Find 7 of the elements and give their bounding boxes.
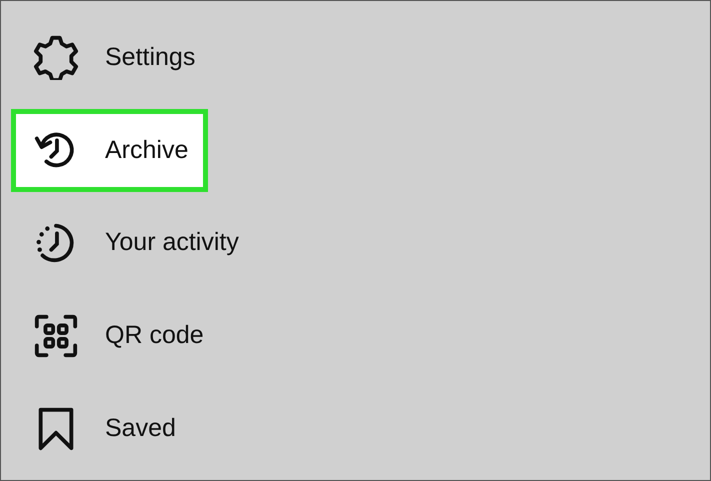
gear-icon: [33, 34, 79, 80]
menu-item[interactable]: Saved: [11, 387, 196, 470]
menu-item[interactable]: Your activity: [11, 202, 259, 284]
menu-item[interactable]: Archive: [11, 108, 208, 192]
menu-item[interactable]: Settings: [11, 16, 216, 99]
qr-code-icon: [33, 312, 79, 359]
menu-item[interactable]: QR code: [11, 294, 224, 378]
